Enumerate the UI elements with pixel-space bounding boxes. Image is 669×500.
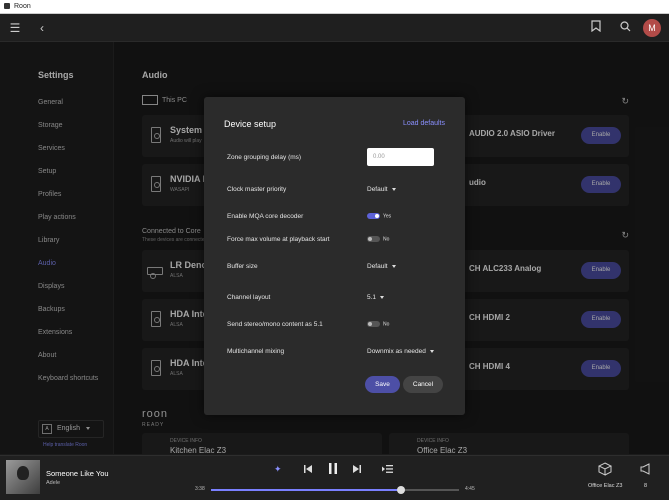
- buffer-size-value: Default: [367, 263, 388, 270]
- chevron-down-icon: [391, 187, 396, 191]
- stereo-mono-label: Send stereo/mono content as 5.1: [227, 321, 323, 328]
- clock-master-label: Clock master priority: [227, 186, 287, 193]
- force-max-toggle-row: No: [367, 236, 389, 243]
- zone-speaker-icon[interactable]: [597, 462, 613, 478]
- track-title[interactable]: Someone Like You: [46, 469, 109, 478]
- stereo-mono-state: No: [383, 321, 390, 328]
- radio-icon[interactable]: ✦: [274, 464, 282, 475]
- app-icon: [4, 3, 10, 10]
- force-max-volume-toggle[interactable]: [367, 236, 380, 243]
- mqa-label: Enable MQA core decoder: [227, 213, 304, 220]
- next-icon[interactable]: [352, 464, 362, 476]
- stereo-mono-toggle[interactable]: [367, 321, 380, 328]
- volume-level: 8: [644, 483, 648, 489]
- seek-handle[interactable]: [396, 486, 405, 494]
- zone-name[interactable]: Office Elac Z3: [588, 483, 622, 489]
- seek-bar[interactable]: [211, 486, 459, 494]
- channel-layout-dropdown[interactable]: 5.1: [367, 294, 385, 301]
- clock-master-value: Default: [367, 186, 388, 193]
- album-art[interactable]: [6, 460, 40, 494]
- back-arrow-icon[interactable]: ‹: [34, 20, 50, 36]
- total-time: 4:45: [465, 486, 475, 492]
- previous-icon[interactable]: [303, 464, 313, 476]
- clock-master-dropdown[interactable]: Default: [367, 186, 396, 193]
- track-artist[interactable]: Adele: [46, 480, 60, 486]
- channel-layout-label: Channel layout: [227, 294, 271, 301]
- save-button[interactable]: Save: [365, 376, 400, 393]
- chevron-down-icon: [380, 295, 385, 299]
- zone-grouping-label: Zone grouping delay (ms): [227, 154, 302, 161]
- buffer-size-label: Buffer size: [227, 263, 258, 270]
- bookmark-icon[interactable]: [588, 20, 604, 36]
- mqa-state: Yes: [383, 213, 392, 220]
- search-icon[interactable]: [617, 20, 633, 36]
- mqa-toggle[interactable]: [367, 213, 380, 220]
- chevron-down-icon: [391, 264, 396, 268]
- multichannel-mixing-label: Multichannel mixing: [227, 348, 285, 355]
- volume-icon[interactable]: [640, 463, 650, 477]
- dialog-title: Device setup: [224, 119, 277, 129]
- chevron-down-icon: [429, 349, 434, 353]
- load-defaults-link[interactable]: Load defaults: [403, 120, 445, 127]
- cancel-button[interactable]: Cancel: [403, 376, 443, 393]
- window-titlebar: Roon: [0, 0, 669, 14]
- force-max-volume-label: Force max volume at playback start: [227, 236, 330, 243]
- pause-icon[interactable]: [327, 462, 339, 477]
- menu-icon[interactable]: ☰: [7, 20, 23, 36]
- mqa-toggle-row: Yes: [367, 213, 391, 220]
- multichannel-mixing-value: Downmix as needed: [367, 348, 426, 355]
- zone-grouping-input[interactable]: 0.00: [367, 148, 434, 166]
- multichannel-mixing-dropdown[interactable]: Downmix as needed: [367, 348, 434, 355]
- top-bar: ☰ ‹ M: [0, 14, 669, 42]
- device-setup-dialog: Device setup Load defaults Zone grouping…: [204, 97, 465, 415]
- seek-progress: [211, 489, 401, 491]
- queue-icon[interactable]: [382, 464, 393, 476]
- stereo-mono-toggle-row: No: [367, 321, 389, 328]
- window-title: Roon: [14, 3, 31, 10]
- elapsed-time: 3:38: [195, 486, 205, 492]
- avatar[interactable]: M: [643, 19, 661, 37]
- buffer-size-dropdown[interactable]: Default: [367, 263, 396, 270]
- channel-layout-value: 5.1: [367, 294, 377, 301]
- player-bar: Someone Like You Adele ✦ 3:38 4:45 Offic…: [0, 455, 669, 500]
- force-max-state: No: [383, 236, 390, 243]
